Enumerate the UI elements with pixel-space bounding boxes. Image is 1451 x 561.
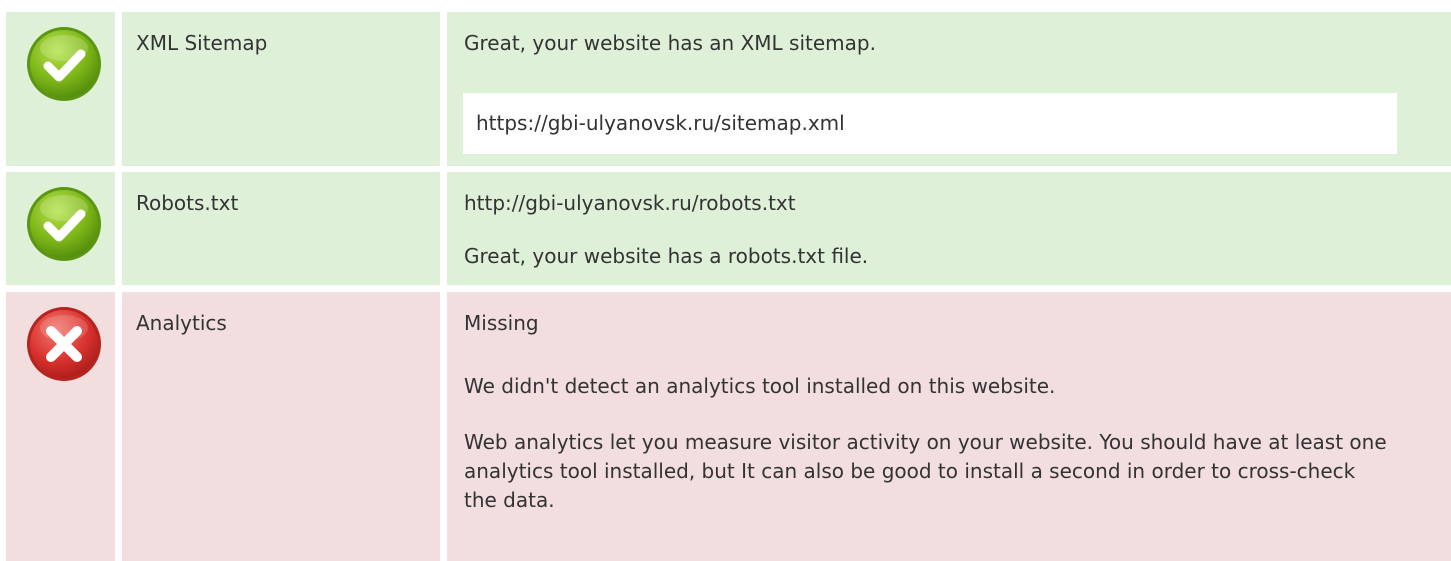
- robots-url: http://gbi-ulyanovsk.ru/robots.txt: [464, 191, 796, 215]
- status-cell: [6, 12, 115, 166]
- result-cell: http://gbi-ulyanovsk.ru/robots.txt Great…: [447, 172, 1451, 285]
- sitemap-url: https://gbi-ulyanovsk.ru/sitemap.xml: [476, 111, 845, 135]
- status-cell: [6, 172, 115, 285]
- check-row-xml-sitemap: XML Sitemap Great, your website has an X…: [0, 12, 1451, 166]
- result-cell: Great, your website has an XML sitemap. …: [447, 12, 1451, 166]
- label-cell: Analytics: [122, 292, 440, 561]
- result-cell: Missing We didn't detect an analytics to…: [447, 292, 1451, 561]
- status-cell: [6, 292, 115, 561]
- check-label: Analytics: [136, 311, 227, 335]
- seo-report-table: XML Sitemap Great, your website has an X…: [0, 0, 1451, 561]
- check-label: XML Sitemap: [136, 31, 268, 55]
- check-label: Robots.txt: [136, 191, 239, 215]
- cross-circle-icon: [27, 307, 101, 381]
- check-row-analytics: Analytics Missing We didn't detect an an…: [0, 292, 1451, 561]
- result-message: Great, your website has a robots.txt fil…: [464, 244, 869, 268]
- check-row-robots-txt: Robots.txt http://gbi-ulyanovsk.ru/robot…: [0, 172, 1451, 285]
- analytics-status: Missing: [464, 311, 539, 335]
- result-message: We didn't detect an analytics tool insta…: [464, 374, 1056, 398]
- sitemap-url-box: https://gbi-ulyanovsk.ru/sitemap.xml: [463, 93, 1397, 154]
- analytics-advice: Web analytics let you measure visitor ac…: [464, 430, 1387, 512]
- check-circle-icon: [27, 187, 101, 261]
- label-cell: XML Sitemap: [122, 12, 440, 166]
- label-cell: Robots.txt: [122, 172, 440, 285]
- check-circle-icon: [27, 27, 101, 101]
- result-message: Great, your website has an XML sitemap.: [464, 31, 876, 55]
